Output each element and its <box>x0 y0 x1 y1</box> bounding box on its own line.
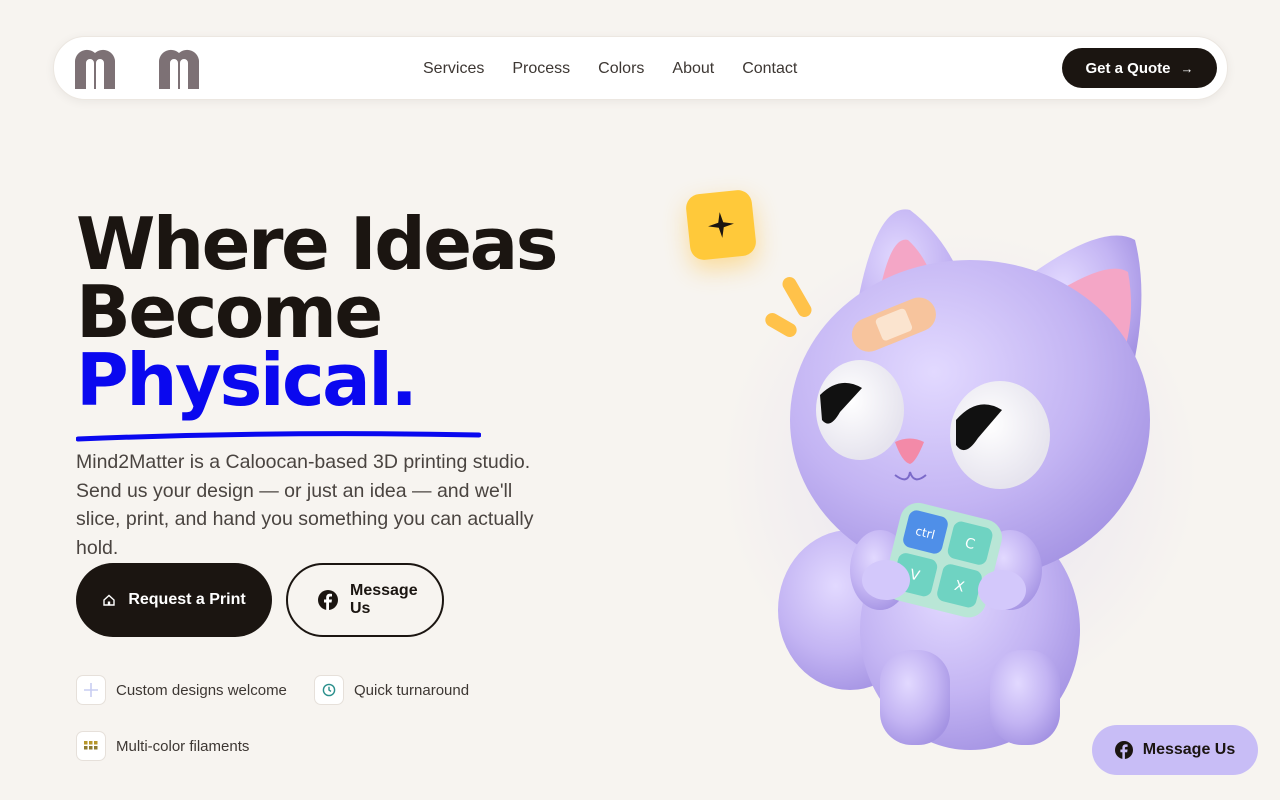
get-a-quote-label: Get a Quote <box>1085 59 1171 77</box>
facebook-icon <box>1114 741 1133 759</box>
headline-line-1: Where Ideas <box>76 202 559 286</box>
floating-message-us-label: Message Us <box>1142 741 1236 758</box>
hero-description: Mind2Matter is a Caloocan-based 3D print… <box>76 451 534 559</box>
nav-link-process[interactable]: Process <box>512 60 570 78</box>
sparkle-icon <box>708 212 734 238</box>
floating-message-us-button[interactable]: Message Us <box>1092 725 1258 775</box>
clock-icon <box>314 675 344 705</box>
mm-logo[interactable] <box>75 47 199 89</box>
sparkle-badge <box>684 188 758 262</box>
request-a-print-label: Request a Print <box>128 591 246 608</box>
nav-links: Services Process Colors About Contact <box>423 37 797 101</box>
feature-quick-turnaround: Quick turnaround <box>314 675 469 705</box>
cat-mascot-illustration: ctrl C V X <box>765 209 1150 750</box>
top-navigation: Services Process Colors About Contact Ge… <box>53 36 1228 100</box>
home-icon <box>103 594 116 606</box>
headline-line-2: Become <box>76 270 383 354</box>
palette-grid-icon <box>76 731 106 761</box>
feature-custom-designs: Custom designs welcome <box>76 675 287 705</box>
feature-multi-color: Multi-color filaments <box>76 731 249 761</box>
facebook-icon <box>318 590 338 610</box>
headline-underline <box>76 431 481 442</box>
request-a-print-button[interactable]: Request a Print <box>76 563 272 637</box>
get-a-quote-button[interactable]: Get a Quote → <box>1062 48 1217 88</box>
message-us-button[interactable]: Message Us <box>286 563 444 637</box>
plus-icon <box>76 675 106 705</box>
nav-link-about[interactable]: About <box>672 60 714 78</box>
hero-headline: Where Ideas Become Physical. <box>76 202 559 422</box>
nav-link-colors[interactable]: Colors <box>598 60 644 78</box>
message-us-label: Message Us <box>350 582 418 617</box>
feature-label: Multi-color filaments <box>116 737 250 755</box>
nav-link-services[interactable]: Services <box>423 60 484 78</box>
feature-label: Quick turnaround <box>354 681 470 699</box>
headline-accent: Physical. <box>76 338 418 422</box>
arrow-right-icon: → <box>1180 60 1194 76</box>
feature-label: Custom designs welcome <box>116 681 287 699</box>
nav-link-contact[interactable]: Contact <box>742 60 797 78</box>
